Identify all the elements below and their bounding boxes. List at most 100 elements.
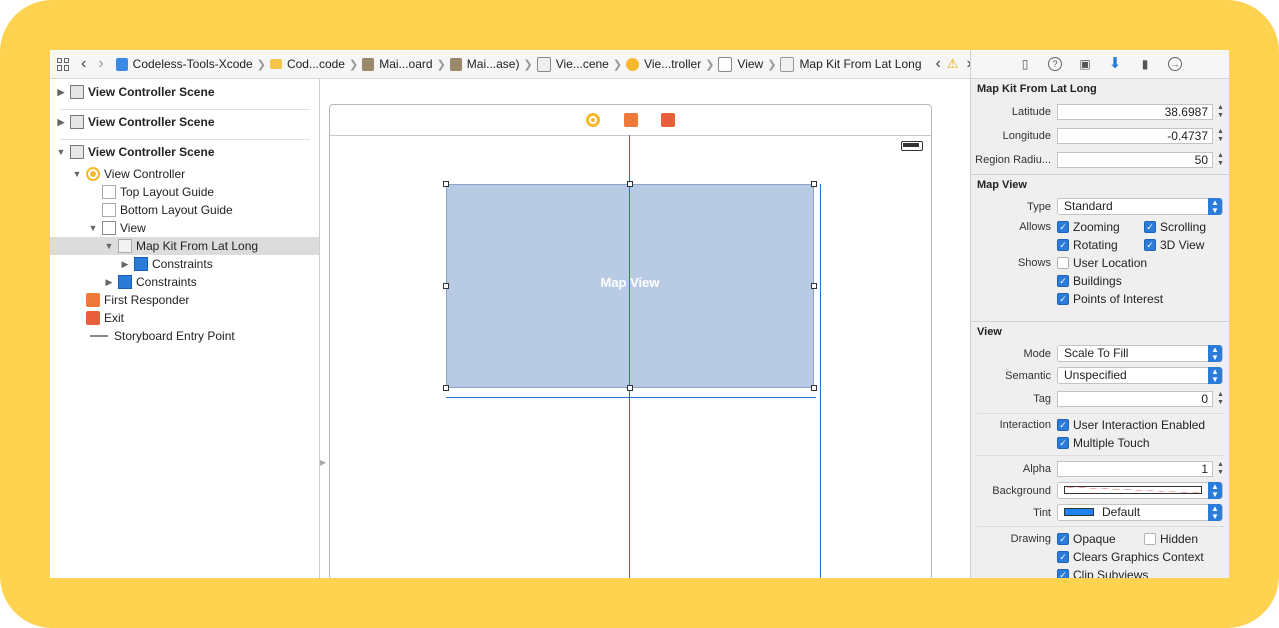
tag-stepper[interactable]: ▲ ▼ — [1216, 391, 1225, 407]
latitude-field[interactable]: 38.6987 — [1057, 104, 1213, 120]
longitude-field[interactable]: -0.4737 — [1057, 128, 1213, 144]
points-of-interest-checkbox[interactable]: ✓ — [1057, 293, 1069, 305]
breadcrumb-scene[interactable]: ❯ Vie...cene — [523, 56, 609, 72]
rotating-checkbox[interactable]: ✓ — [1057, 239, 1069, 251]
resize-handle[interactable] — [443, 385, 449, 391]
view-controller-icon[interactable] — [586, 113, 600, 127]
scene-dock — [330, 105, 931, 136]
outline-divider — [60, 109, 310, 110]
outline-bottom-layout-guide[interactable]: Bottom Layout Guide — [50, 201, 319, 219]
buildings-checkbox[interactable]: ✓ — [1057, 275, 1069, 287]
chevron-right-icon: ❯ — [767, 58, 777, 71]
section-title-view: View — [977, 326, 1002, 338]
allows-label: Allows — [1019, 221, 1051, 233]
resize-handle[interactable] — [627, 385, 633, 391]
type-value: Standard — [1064, 199, 1113, 213]
background-label: Background — [992, 485, 1051, 497]
semantic-popup[interactable]: Unspecified ▲ ▼ — [1057, 367, 1223, 384]
file-inspector-icon[interactable]: ▯ — [1018, 57, 1032, 71]
clears-graphics-context-checkbox[interactable]: ✓ — [1057, 551, 1069, 563]
help-inspector-icon[interactable]: ? — [1048, 57, 1062, 71]
resize-handle[interactable] — [811, 283, 817, 289]
resize-handle[interactable] — [627, 181, 633, 187]
disclosure-expanded-icon[interactable]: ▼ — [72, 169, 82, 179]
interface-builder-canvas[interactable]: ▸ Map View — [320, 79, 970, 578]
scene-icon — [70, 85, 84, 99]
clip-subviews-checkbox[interactable]: ✓ — [1057, 569, 1069, 578]
resize-handle[interactable] — [811, 385, 817, 391]
zooming-checkbox[interactable]: ✓ — [1057, 221, 1069, 233]
identity-inspector-icon[interactable]: ▣ — [1078, 57, 1092, 71]
breadcrumb-label: Codeless-Tools-Xcode — [132, 57, 253, 71]
issue-prev-arrow-icon[interactable]: ‹ — [936, 56, 941, 72]
outline-map-constraints[interactable]: ▶ Constraints — [50, 255, 319, 273]
breadcrumb-storyboard-base[interactable]: ❯ Mai...ase) — [437, 57, 520, 71]
breadcrumb-view-controller[interactable]: ❯ Vie...troller — [613, 57, 701, 71]
resize-handle[interactable] — [443, 283, 449, 289]
mode-popup[interactable]: Scale To Fill ▲ ▼ — [1057, 345, 1223, 362]
multiple-touch-label: Multiple Touch — [1073, 436, 1150, 450]
disclosure-expanded-icon[interactable]: ▼ — [104, 241, 114, 251]
view-controller-scene-frame[interactable]: Map View — [329, 104, 932, 578]
outline-exit[interactable]: Exit — [50, 309, 319, 327]
popup-chevron-icon: ▲ ▼ — [1208, 345, 1222, 362]
disclosure-expanded-icon[interactable]: ▼ — [56, 147, 66, 157]
outline-top-layout-guide[interactable]: Top Layout Guide — [50, 183, 319, 201]
scrolling-checkbox[interactable]: ✓ — [1144, 221, 1156, 233]
tint-popup[interactable]: Default ▲ ▼ — [1057, 504, 1223, 521]
outline-label: Storyboard Entry Point — [114, 329, 235, 343]
warning-icon[interactable]: ⚠ — [947, 56, 959, 72]
breadcrumb-project[interactable]: Codeless-Tools-Xcode — [115, 57, 253, 71]
outline-view[interactable]: ▼ View — [50, 219, 319, 237]
latitude-stepper[interactable]: ▲ ▼ — [1216, 104, 1225, 120]
outline-scene-2[interactable]: ▶ View Controller Scene — [50, 113, 319, 131]
storyboard-icon — [449, 57, 462, 71]
breadcrumb-view[interactable]: ❯ View — [705, 56, 763, 72]
outline-scene-3[interactable]: ▼ View Controller Scene — [50, 143, 319, 161]
disclosure-expanded-icon[interactable]: ▼ — [88, 223, 98, 233]
disclosure-collapsed-icon[interactable]: ▶ — [120, 259, 130, 270]
disclosure-collapsed-icon[interactable]: ▶ — [104, 277, 114, 288]
outline-view-constraints[interactable]: ▶ Constraints — [50, 273, 319, 291]
back-arrow-icon[interactable]: ‹ — [81, 56, 86, 72]
connections-inspector-icon[interactable]: → — [1168, 57, 1182, 71]
resize-handle[interactable] — [443, 181, 449, 187]
first-responder-icon[interactable] — [624, 113, 638, 127]
outline-view-controller[interactable]: ▼ View Controller — [50, 165, 319, 183]
opaque-checkbox[interactable]: ✓ — [1057, 533, 1069, 545]
region-radius-stepper[interactable]: ▲ ▼ — [1216, 152, 1225, 168]
outline-scene-1[interactable]: ▶ View Controller Scene — [50, 83, 319, 101]
breadcrumb-folder[interactable]: ❯ Cod...code — [257, 57, 345, 71]
longitude-stepper[interactable]: ▲ ▼ — [1216, 128, 1225, 144]
type-popup[interactable]: Standard ▲ ▼ — [1057, 198, 1223, 215]
resize-handle[interactable] — [811, 181, 817, 187]
screenshot-frame: ‹ › Codeless-Tools-Xcode ❯ Cod...code ❯ Ma… — [0, 0, 1279, 628]
mode-label: Mode — [1023, 348, 1051, 360]
3d-view-checkbox[interactable]: ✓ — [1144, 239, 1156, 251]
exit-icon[interactable] — [661, 113, 675, 127]
section-title-map-view: Map View — [977, 179, 1027, 191]
alpha-stepper[interactable]: ▲ ▼ — [1216, 461, 1225, 477]
disclosure-collapsed-icon[interactable]: ▶ — [56, 117, 66, 128]
entry-point-arrow-icon — [90, 335, 108, 337]
tag-field[interactable]: 0 — [1057, 391, 1213, 407]
outline-map-kit[interactable]: ▼ Map Kit From Lat Long — [50, 237, 319, 255]
hidden-checkbox[interactable] — [1144, 533, 1156, 545]
user-interaction-checkbox[interactable]: ✓ — [1057, 419, 1069, 431]
breadcrumb-map-kit[interactable]: ❯ Map Kit From Lat Long — [767, 56, 922, 72]
disclosure-collapsed-icon[interactable]: ▶ — [56, 87, 66, 98]
breadcrumb-storyboard[interactable]: ❯ Mai...oard — [349, 57, 433, 71]
background-color-popup[interactable]: ▲ ▼ — [1057, 482, 1223, 499]
multiple-touch-checkbox[interactable]: ✓ — [1057, 437, 1069, 449]
forward-arrow-icon[interactable]: › — [98, 56, 103, 72]
outline-entry-point[interactable]: Storyboard Entry Point — [50, 327, 319, 345]
alpha-field[interactable]: 1 — [1057, 461, 1213, 477]
region-radius-field[interactable]: 50 — [1057, 152, 1213, 168]
size-inspector-icon[interactable]: ▮ — [1138, 57, 1152, 71]
user-location-checkbox[interactable] — [1057, 257, 1069, 269]
attributes-inspector-icon[interactable]: ⬇ — [1108, 56, 1122, 71]
outline-first-responder[interactable]: First Responder — [50, 291, 319, 309]
expand-outline-handle-icon[interactable]: ▸ — [320, 455, 326, 469]
related-items-grid-icon[interactable] — [57, 57, 69, 71]
map-view[interactable]: Map View — [446, 184, 814, 388]
